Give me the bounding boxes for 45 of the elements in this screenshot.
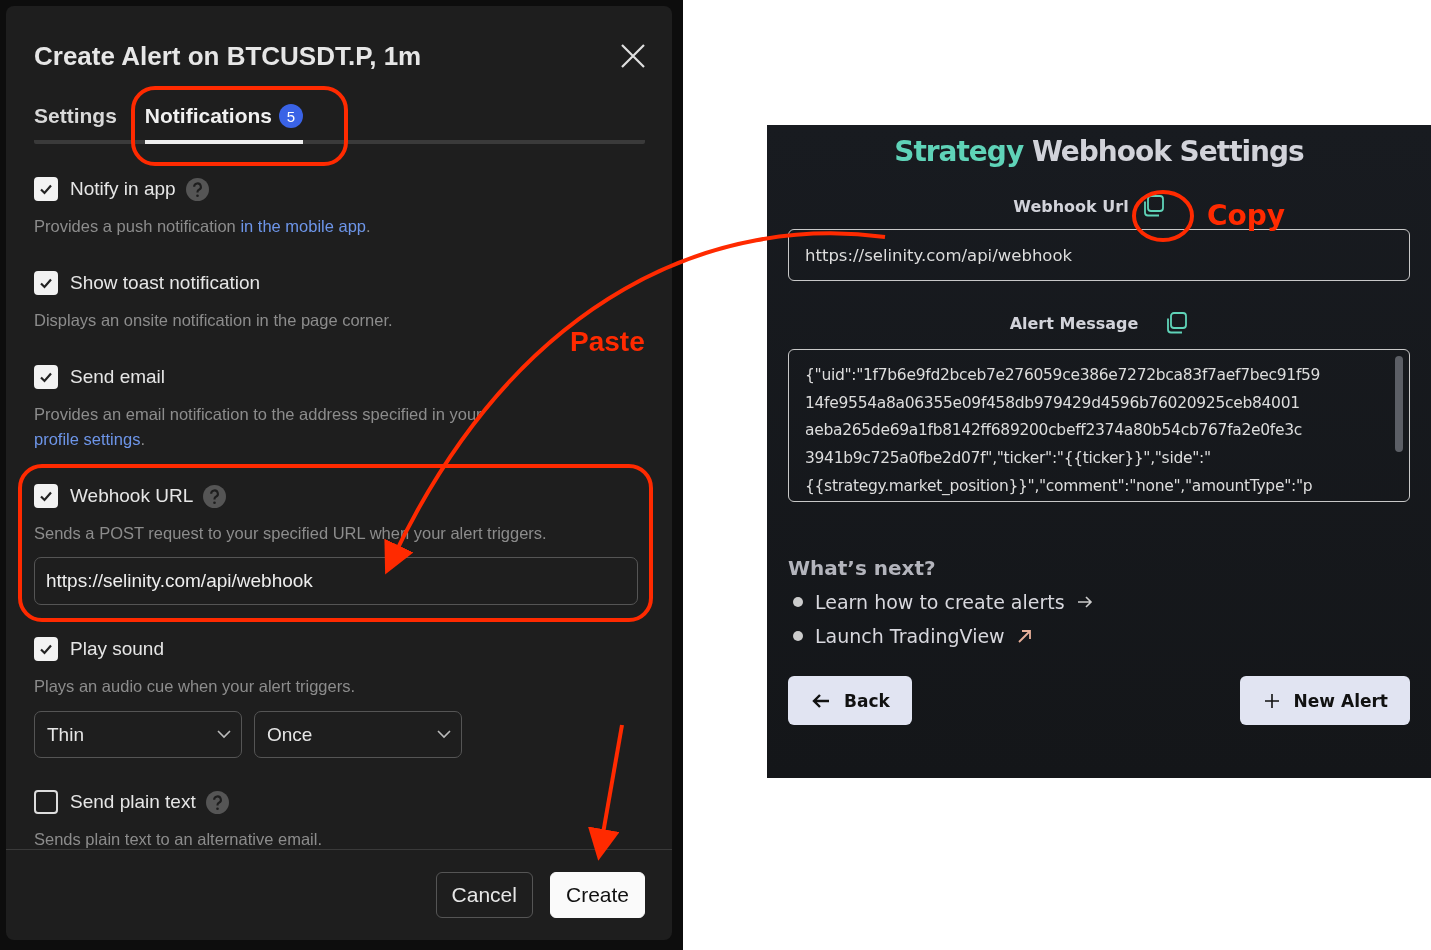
new-alert-button[interactable]: New Alert [1239, 676, 1410, 725]
option-label: Webhook URL [70, 485, 194, 507]
option-label: Send email [70, 366, 166, 388]
arrow-left-icon [812, 692, 830, 709]
cancel-button[interactable]: Cancel [435, 872, 533, 918]
count-badge: 5 [279, 104, 303, 128]
link[interactable]: Learn how to create alerts [815, 591, 1065, 613]
field-label: Webhook Url [1013, 196, 1129, 216]
tab[interactable]: Notifications 5 [144, 104, 303, 144]
dropdown[interactable]: Once [254, 711, 462, 758]
alert-message-textarea[interactable]: {"uid":"1f7b6e9fd2bceb7e276059ce386e7272bca83f7aef7bec91f59 14fe9554a8a06355e09f458db979429d4596b76020925ceb84001 aeba265de69a1fb8142ff689200cbeff2374a80b54cb767fa2e0fe3c 3941b9c725a0fbe2d07f","ticker":"{{ticker}}","side":" {{strategy.market_position}}","comment":"none","amountType":"p [788, 349, 1410, 502]
dropdown[interactable]: Thin [34, 711, 242, 758]
option-description: Displays an onsite notification in the page corner. [34, 310, 394, 331]
copy-icon[interactable] [1164, 311, 1189, 335]
option-label: Show toast notification [70, 272, 261, 294]
option-label: Send plain text [70, 791, 196, 813]
option-description: Provides a push notification in the mobile app. [34, 216, 372, 237]
chevron-icon [437, 730, 451, 739]
panel-title: Strategy Webhook Settings [893, 135, 1305, 168]
dialog-title: Create Alert on BTCUSDT.P, 1m [34, 40, 422, 72]
plus-icon [1263, 692, 1280, 709]
create-button[interactable]: Create [549, 872, 645, 918]
field-label: Alert Message [1009, 313, 1139, 333]
back-button[interactable]: Back [788, 676, 912, 725]
url-input-field[interactable]: https://selinity.com/api/webhook [34, 557, 638, 605]
link[interactable]: Launch TradingView [815, 625, 1005, 647]
annotation-text: Copy [1207, 199, 1286, 232]
checkbox[interactable] [34, 790, 58, 814]
option-description: Plays an audio cue when your alert triggers. [34, 676, 356, 697]
section-heading: What’s next? [788, 556, 937, 580]
option-label: Play sound [70, 638, 164, 660]
scrollbar[interactable] [1395, 356, 1403, 452]
arrow-up-right-icon [1016, 628, 1032, 644]
arrow-right-icon [1076, 595, 1093, 609]
option-label: Notify in app [70, 178, 176, 200]
link[interactable]: profile settings [34, 430, 141, 448]
bullet-icon [793, 631, 803, 641]
close-icon[interactable] [620, 43, 646, 69]
option-description: Sends plain text to an alternative email. [34, 829, 323, 849]
chevron-icon [217, 730, 231, 739]
tab[interactable]: Settings [34, 104, 117, 144]
annotation-ring [1132, 190, 1194, 242]
link[interactable]: in the mobile app [240, 217, 367, 235]
annotation-text: Paste [570, 326, 645, 358]
bullet-icon [793, 597, 803, 607]
